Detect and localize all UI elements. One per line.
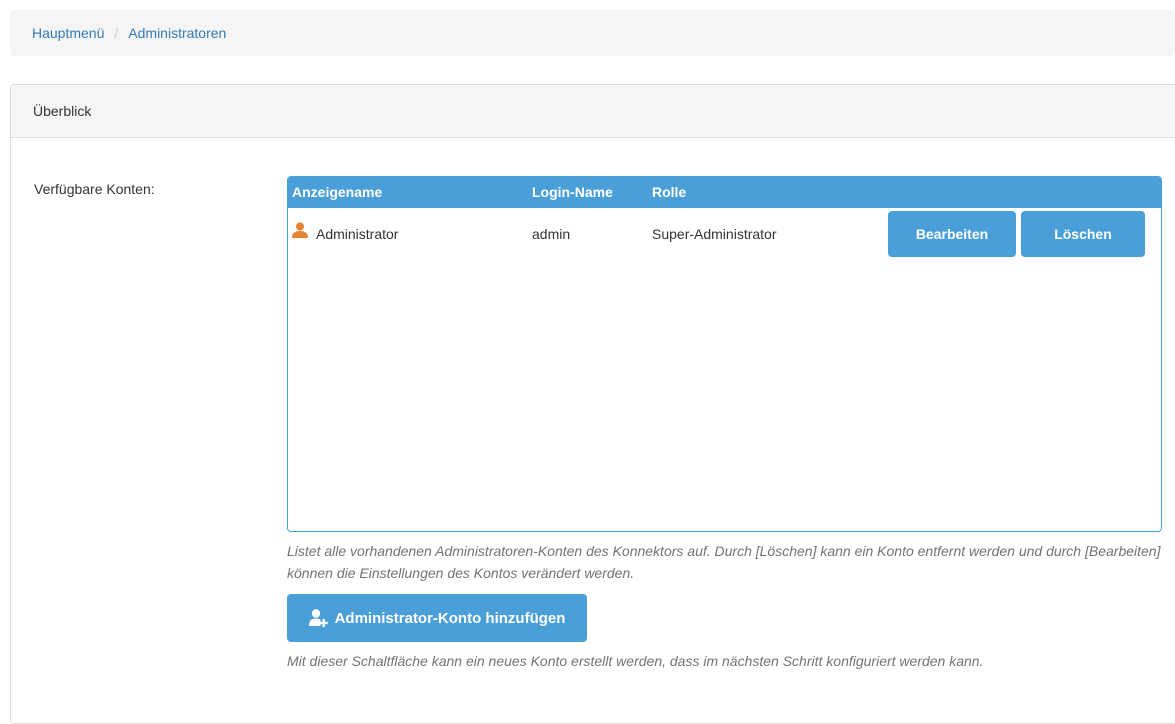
account-role: Super-Administrator — [652, 226, 777, 242]
breadcrumb: Hauptmenü / Administratoren — [10, 10, 1175, 56]
delete-button[interactable]: Löschen — [1021, 211, 1145, 257]
accounts-list-header: Anzeigename Login-Name Rolle — [288, 177, 1161, 208]
panel-heading: Überblick — [11, 85, 1175, 138]
accounts-help-text: Listet alle vorhandenen Administratoren-… — [287, 543, 1161, 581]
breadcrumb-current: Administratoren — [128, 25, 227, 41]
account-login-name: admin — [532, 226, 571, 242]
account-display-name: Administrator — [316, 226, 399, 242]
accounts-label: Verfügbare Konten: — [34, 181, 155, 197]
add-help-text: Mit dieser Schaltfläche kann ein neues K… — [287, 653, 984, 669]
breadcrumb-separator: / — [114, 25, 119, 41]
header-display-name: Anzeigename — [292, 184, 383, 200]
overview-panel: Überblick Verfügbare Konten: Anzeigename… — [10, 84, 1175, 724]
header-role: Rolle — [652, 184, 687, 200]
edit-button[interactable]: Bearbeiten — [888, 211, 1016, 257]
panel-title: Überblick — [33, 103, 92, 119]
header-login-name: Login-Name — [532, 184, 613, 200]
account-row[interactable]: Administrator admin Super-Administrator … — [288, 208, 1161, 258]
breadcrumb-home-link[interactable]: Hauptmenü — [32, 25, 104, 41]
add-admin-account-label: Administrator-Konto hinzufügen — [334, 609, 566, 627]
add-admin-account-button[interactable]: Administrator-Konto hinzufügen — [287, 594, 587, 642]
add-user-icon — [308, 609, 328, 627]
user-icon — [292, 222, 308, 238]
accounts-list[interactable]: Anzeigename Login-Name Rolle Administrat… — [287, 176, 1162, 532]
